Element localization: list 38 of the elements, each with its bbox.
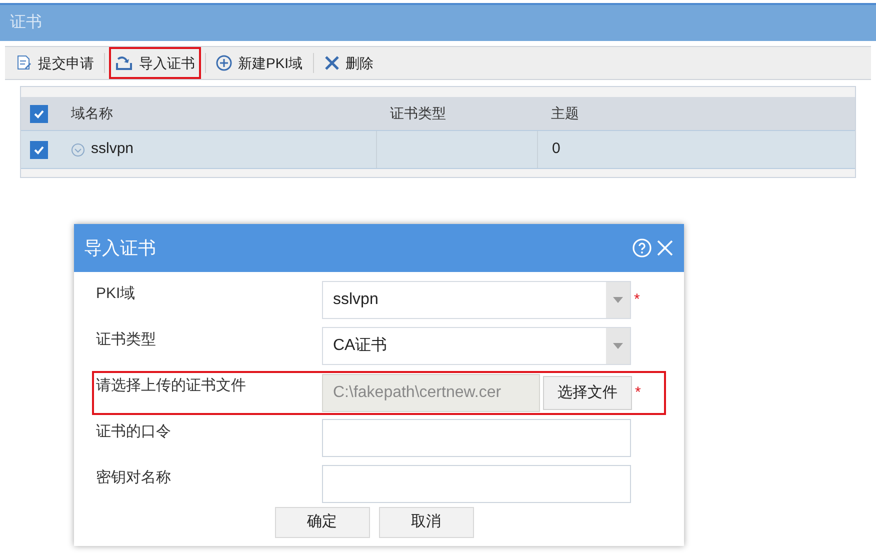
plus-circle-icon [216, 55, 232, 71]
table-cell: 0 [537, 131, 855, 168]
close-icon[interactable] [656, 239, 674, 257]
help-icon[interactable] [632, 238, 652, 258]
chevron-circle-icon[interactable] [71, 142, 85, 156]
field-label: 请选择上传的证书文件 [96, 376, 247, 396]
select-field[interactable]: sslvpn [322, 281, 631, 319]
checkmark-icon [33, 144, 45, 156]
caret-icon [613, 343, 623, 349]
column-header: 主题 [550, 104, 580, 123]
checkmark-icon [33, 108, 45, 120]
field-label: 密钥对名称 [96, 468, 172, 488]
input-field[interactable] [322, 465, 631, 503]
checkbox[interactable] [30, 140, 48, 158]
required-mark: * [634, 290, 640, 310]
input-field[interactable] [322, 419, 631, 457]
tray-arrow-icon [115, 55, 133, 71]
field-label: 证书类型 [96, 330, 157, 350]
field-label: 证书的口令 [96, 422, 172, 442]
document-pencil-icon [16, 55, 32, 71]
required-mark: * [635, 382, 641, 403]
toolbar-button[interactable]: 新建PKI域 [210, 47, 309, 79]
close-icon [324, 55, 340, 71]
window-title: 证书 [10, 12, 42, 33]
column-header: 证书类型 [389, 104, 447, 123]
select-field[interactable]: CA证书 [322, 327, 631, 365]
field-label: PKI域 [96, 284, 136, 304]
toolbar-button[interactable]: 导入证书 [109, 47, 201, 79]
checkbox[interactable] [30, 104, 48, 122]
table-cell: sslvpn [57, 131, 376, 168]
dialog-button[interactable]: 取消 [378, 507, 474, 538]
dialog-button[interactable]: 确定 [274, 507, 370, 538]
caret-icon [613, 297, 623, 303]
column-header: 域名称 [70, 104, 114, 123]
dialog-title: 导入证书 [84, 236, 156, 260]
choose-file-button[interactable]: 选择文件 [543, 376, 632, 410]
toolbar-button[interactable]: 提交申请 [10, 47, 100, 79]
toolbar-button[interactable]: 删除 [318, 47, 380, 79]
